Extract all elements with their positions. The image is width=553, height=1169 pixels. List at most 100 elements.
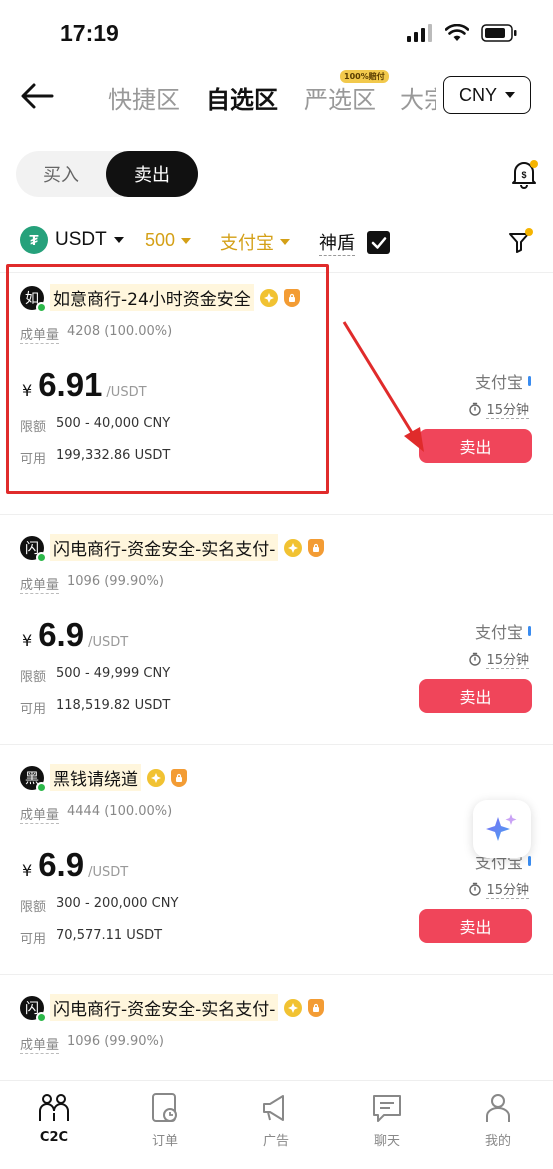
price-unit: /USDT	[88, 865, 129, 880]
coin-select[interactable]: ₮ USDT	[20, 226, 124, 254]
currency-symbol: ¥	[22, 631, 33, 650]
payment-time-value: 15分钟	[486, 399, 529, 419]
limit-value: 500 - 49,999 CNY	[56, 666, 171, 681]
price: ¥ 6.91 /USDT	[22, 366, 147, 404]
price: ¥ 6.9 /USDT	[22, 616, 128, 654]
nav-profile[interactable]: 我的	[453, 1091, 543, 1149]
order-stats: 成单量 4208 (100.00%)	[20, 324, 172, 344]
limit-label: 限额	[20, 900, 47, 915]
limit-value: 300 - 200,000 CNY	[56, 896, 179, 911]
order-stats: 成单量 4444 (100.00%)	[20, 804, 172, 824]
nav-ads[interactable]: 广告	[231, 1091, 321, 1149]
stats-value: 1096 (99.90%)	[67, 574, 164, 589]
stats-value: 1096 (99.90%)	[67, 1034, 164, 1049]
tab-quick[interactable]: 快捷区	[108, 80, 180, 115]
nav-c2c[interactable]: C2C	[9, 1091, 99, 1145]
nav-chat[interactable]: 聊天	[342, 1091, 432, 1149]
nav-label: C2C	[39, 1130, 69, 1145]
verified-badge-icon	[284, 998, 303, 1017]
nav-label: 聊天	[373, 1134, 400, 1149]
alipay-bar-icon	[528, 376, 531, 386]
available-value: 199,332.86 USDT	[56, 448, 171, 463]
merchant-name[interactable]: 如意商行-24小时资金安全	[50, 284, 254, 311]
stats-label: 成单量	[20, 804, 60, 824]
alipay-bar-icon	[528, 626, 531, 636]
listing-card: 闪 闪电商行-资金安全-实名支付- 成单量 1096 (99.90%) ¥ 6.9…	[0, 514, 553, 742]
listing-card: 闪 闪电商行-资金安全-实名支付- 成单量 1096 (99.90%)	[0, 974, 553, 1080]
order-stats: 成单量 1096 (99.90%)	[20, 1034, 164, 1054]
nav-label: 我的	[484, 1134, 511, 1149]
filter-icon[interactable]	[506, 228, 534, 256]
online-dot	[36, 1011, 47, 1023]
status-bar: 17:19	[0, 0, 553, 64]
stats-label: 成单量	[20, 324, 60, 344]
ai-assistant-button[interactable]	[473, 800, 531, 858]
merchant-header: 闪 闪电商行-资金安全-实名支付-	[20, 534, 325, 563]
tab-bulk-label: 大宗	[400, 86, 436, 114]
currency-symbol: ¥	[22, 861, 33, 880]
payment-time-value: 15分钟	[486, 649, 529, 669]
buy-tab[interactable]: 买入	[16, 151, 106, 197]
currency-symbol: ¥	[22, 381, 33, 400]
chevron-down-icon	[505, 92, 515, 98]
payment-time: 15分钟	[468, 399, 529, 419]
merchant-name[interactable]: 闪电商行-资金安全-实名支付-	[50, 994, 279, 1021]
stats-label: 成单量	[20, 574, 60, 594]
avatar: 如	[20, 285, 47, 313]
tab-custom[interactable]: 自选区	[206, 80, 278, 115]
amount-label: 500	[145, 230, 176, 250]
price-unit: /USDT	[106, 385, 147, 400]
sell-button[interactable]: 卖出	[419, 429, 532, 463]
top-nav: 快捷区 自选区 100%赔付 严选区 大宗 CNY	[0, 64, 553, 128]
currency-select[interactable]: CNY	[443, 76, 531, 114]
tether-icon: ₮	[20, 226, 48, 254]
chevron-down-icon	[280, 239, 290, 245]
avatar: 闪	[20, 995, 47, 1023]
chevron-down-icon	[181, 237, 192, 244]
limit-row: 限额 500 - 49,999 CNY	[20, 666, 170, 685]
sell-button[interactable]: 卖出	[419, 679, 532, 713]
timer-icon	[469, 652, 482, 666]
tab-bulk[interactable]: 大宗	[400, 80, 436, 115]
available-label: 可用	[20, 452, 47, 467]
status-icons	[407, 24, 517, 42]
available-row: 可用 118,519.82 USDT	[20, 698, 170, 717]
payment-label: 支付宝	[474, 373, 523, 392]
online-dot	[36, 781, 47, 793]
amount-filter[interactable]: 500	[145, 230, 192, 251]
wifi-icon	[445, 24, 469, 41]
verified-badge-icon	[259, 288, 278, 307]
price-value: 6.91	[38, 366, 103, 403]
online-dot	[36, 301, 47, 313]
shield-badge-icon	[308, 998, 325, 1017]
available-row: 可用 70,577.11 USDT	[20, 928, 162, 947]
bottom-nav: C2C 订单 广告 聊天 我的	[0, 1080, 553, 1169]
merchant-header: 如 如意商行-24小时资金安全	[20, 284, 300, 313]
buy-sell-toggle: 买入 卖出	[16, 151, 198, 197]
sell-tab[interactable]: 卖出	[106, 151, 198, 197]
price-value: 6.9	[38, 616, 85, 653]
notification-bell-icon[interactable]: $	[508, 158, 540, 190]
nav-label: 订单	[151, 1134, 178, 1149]
tab-strict[interactable]: 严选区	[304, 80, 376, 115]
check-icon	[371, 236, 386, 249]
nav-label: 广告	[262, 1134, 289, 1149]
sparkle-icon	[486, 814, 517, 841]
people-icon	[39, 1094, 69, 1121]
payment-time-value: 15分钟	[486, 879, 529, 899]
shield-checkbox[interactable]	[367, 231, 390, 254]
sell-button[interactable]: 卖出	[419, 909, 532, 943]
merchant-name[interactable]: 闪电商行-资金安全-实名支付-	[50, 534, 279, 561]
payment-filter[interactable]: 支付宝	[220, 229, 290, 255]
megaphone-icon	[263, 1095, 284, 1121]
order-stats: 成单量 1096 (99.90%)	[20, 574, 164, 594]
limit-value: 500 - 40,000 CNY	[56, 416, 171, 431]
payment-time: 15分钟	[468, 879, 529, 899]
back-arrow-icon[interactable]	[18, 78, 56, 114]
filter-row: ₮ USDT 500 支付宝 神盾	[0, 224, 553, 260]
alipay-bar-icon	[528, 856, 531, 866]
merchant-name[interactable]: 黑钱请绕道	[50, 764, 141, 791]
stats-label: 成单量	[20, 1034, 60, 1054]
verified-badge-icon	[147, 768, 165, 787]
nav-orders[interactable]: 订单	[120, 1091, 210, 1149]
